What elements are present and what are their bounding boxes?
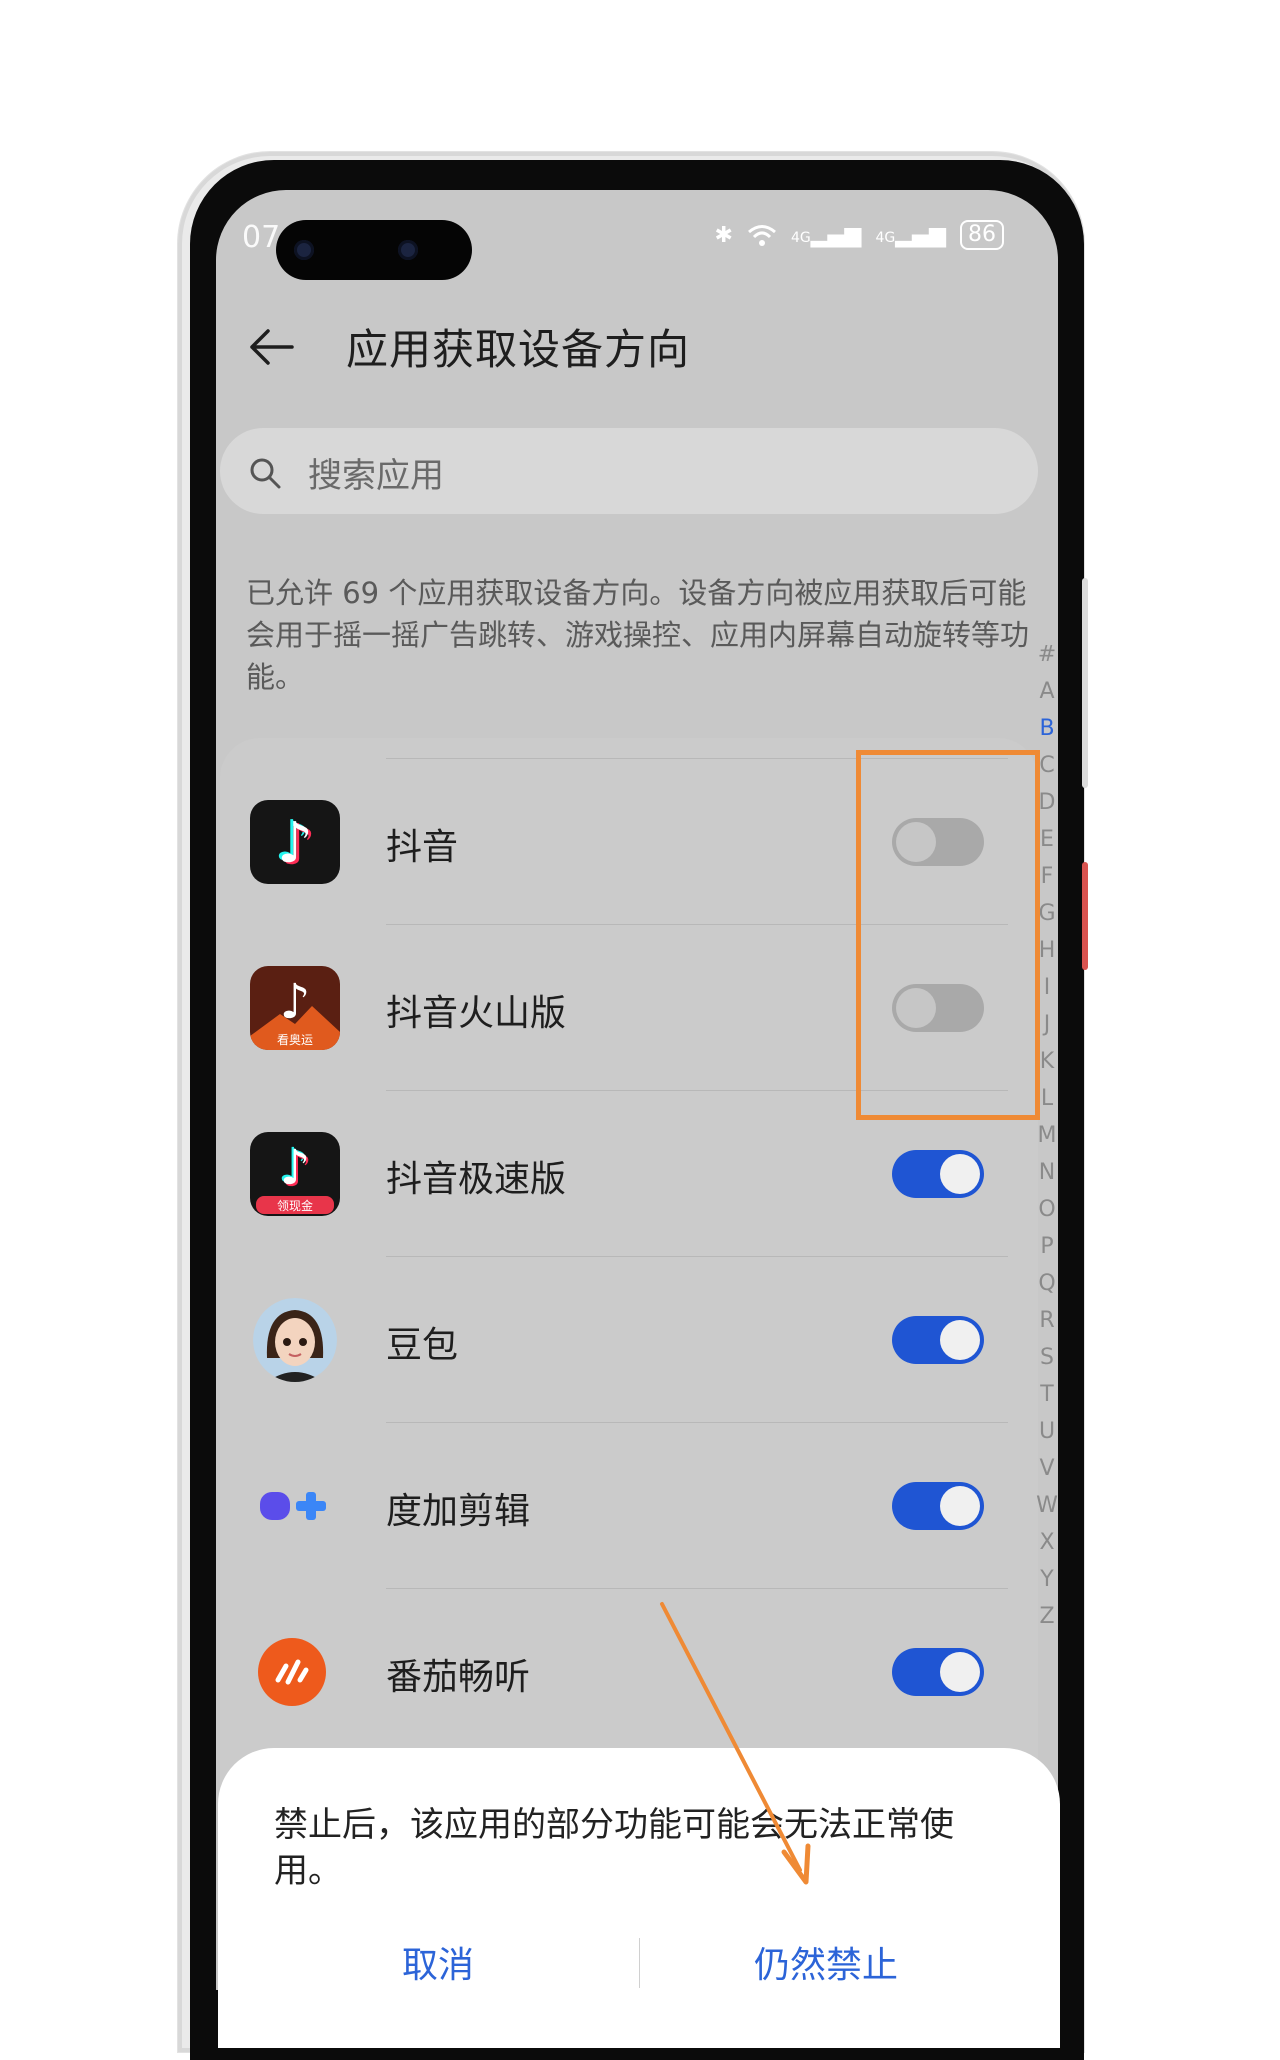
dujia-icon <box>250 1464 340 1548</box>
douyin-icon: ♪ ♪ ♪ <box>250 800 340 884</box>
alphabet-letter[interactable]: S <box>1040 1339 1054 1376</box>
cancel-button[interactable]: 取消 <box>402 1936 474 1988</box>
alphabet-letter[interactable]: B <box>1039 710 1054 747</box>
douyin-jisu-icon: ♪ ♪ ♪ 领现金 <box>250 1132 340 1216</box>
alphabet-letter[interactable]: Z <box>1039 1598 1054 1635</box>
toggle-knob <box>940 1486 980 1526</box>
alphabet-letter[interactable]: Q <box>1038 1265 1055 1302</box>
toggle-knob <box>940 1320 980 1360</box>
douyin-huoshan-icon: ♪ 看奥运 <box>250 966 340 1050</box>
toggle-knob <box>896 822 936 862</box>
list-item[interactable]: 豆包 <box>220 1256 1038 1422</box>
permission-toggle[interactable] <box>892 984 984 1032</box>
alphabet-letter[interactable]: G <box>1038 895 1055 932</box>
status-time: 07 <box>242 220 281 255</box>
alphabet-letter[interactable]: L <box>1041 1080 1053 1117</box>
divider <box>386 1422 1008 1423</box>
list-item[interactable]: ♪ ♪ ♪ 领现金 抖音极速版 <box>220 1090 1038 1256</box>
app-name: 豆包 <box>386 1325 459 1366</box>
volume-button <box>1082 862 1088 970</box>
toggle-knob <box>940 1154 980 1194</box>
alphabet-letter[interactable]: U <box>1039 1413 1055 1450</box>
list-item[interactable]: 番茄畅听 <box>220 1588 1038 1754</box>
camera-lens <box>294 240 314 260</box>
battery-icon: 86 <box>960 220 1004 250</box>
alphabet-letter[interactable]: F <box>1041 858 1054 895</box>
camera-lens <box>398 240 418 260</box>
svg-text:♪: ♪ <box>280 974 311 1030</box>
list-item[interactable]: ♪ 看奥运 抖音火山版 <box>220 924 1038 1090</box>
app-name: 番茄畅听 <box>386 1657 531 1698</box>
divider <box>386 1090 1008 1091</box>
confirm-forbid-button[interactable]: 仍然禁止 <box>754 1936 898 1988</box>
back-arrow-icon[interactable] <box>246 322 296 372</box>
page-title: 应用获取设备方向 <box>346 325 691 374</box>
alphabet-index[interactable]: # A B C D E F G H I J K L M N O P Q R S T U V W X Y Z <box>1036 636 1058 1635</box>
permission-toggle[interactable] <box>892 818 984 866</box>
alphabet-letter[interactable]: K <box>1040 1043 1054 1080</box>
alphabet-letter[interactable]: W <box>1036 1487 1058 1524</box>
toggle-knob <box>940 1652 980 1692</box>
app-name: 度加剪辑 <box>386 1491 531 1532</box>
dialog-divider <box>639 1938 640 1988</box>
svg-text:♪: ♪ <box>280 1140 311 1196</box>
doubao-avatar-icon <box>253 1298 337 1382</box>
divider <box>386 1256 1008 1257</box>
power-button <box>1082 578 1088 788</box>
svg-text:♪: ♪ <box>277 811 313 876</box>
status-icons: ✱ 4G▂▄▆ 4G▂▄▆ 86 <box>714 220 1004 250</box>
description-text: 已允许 69 个应用获取设备方向。设备方向被应用获取后可能会用于摇一摇广告跳转、… <box>246 576 1030 694</box>
search-icon <box>250 458 281 489</box>
alphabet-letter[interactable]: J <box>1044 1006 1051 1043</box>
app-name: 抖音火山版 <box>386 993 567 1034</box>
svg-text:看奥运: 看奥运 <box>277 1033 313 1047</box>
divider <box>386 758 1008 759</box>
signal-icon: 4G▂▄▆ <box>790 222 862 248</box>
alphabet-letter[interactable]: C <box>1039 747 1054 784</box>
permission-toggle[interactable] <box>892 1648 984 1696</box>
wifi-icon <box>747 225 776 246</box>
front-camera-cutout <box>276 220 472 280</box>
alphabet-letter[interactable]: I <box>1044 969 1051 1006</box>
alphabet-letter[interactable]: R <box>1039 1302 1054 1339</box>
list-item[interactable]: 度加剪辑 <box>220 1422 1038 1588</box>
search-placeholder: 搜索应用 <box>308 456 444 496</box>
screen: 07 ✱ 4G▂▄▆ 4G▂▄▆ 86 应用获取设备方向 搜索应用 已允许 69… <box>216 190 1058 1990</box>
alphabet-letter[interactable]: O <box>1038 1191 1055 1228</box>
confirm-dialog: 禁止后，该应用的部分功能可能会无法正常使用。 取消 仍然禁止 <box>218 1748 1060 2048</box>
dialog-message: 禁止后，该应用的部分功能可能会无法正常使用。 <box>274 1805 954 1891</box>
divider <box>386 924 1008 925</box>
fanqie-icon <box>256 1630 328 1714</box>
list-item[interactable]: ♪ ♪ ♪ 抖音 <box>220 758 1038 924</box>
app-name: 抖音极速版 <box>386 1159 567 1200</box>
alphabet-letter[interactable]: V <box>1039 1450 1054 1487</box>
alphabet-letter[interactable]: P <box>1040 1228 1053 1265</box>
divider <box>386 1588 1008 1589</box>
alphabet-letter[interactable]: A <box>1039 673 1054 710</box>
toggle-knob <box>896 988 936 1028</box>
alphabet-letter[interactable]: H <box>1039 932 1056 969</box>
permission-toggle[interactable] <box>892 1150 984 1198</box>
alphabet-letter[interactable]: Y <box>1040 1561 1053 1598</box>
alphabet-letter[interactable]: T <box>1040 1376 1053 1413</box>
search-input[interactable]: 搜索应用 <box>220 428 1038 514</box>
alphabet-letter[interactable]: M <box>1038 1117 1057 1154</box>
permission-toggle[interactable] <box>892 1482 984 1530</box>
alphabet-letter[interactable]: D <box>1039 784 1056 821</box>
svg-text:领现金: 领现金 <box>277 1198 313 1213</box>
app-name: 抖音 <box>386 827 459 868</box>
alphabet-letter[interactable]: N <box>1039 1154 1055 1191</box>
alphabet-letter[interactable]: E <box>1040 821 1054 858</box>
bluetooth-icon: ✱ <box>714 222 733 248</box>
permission-toggle[interactable] <box>892 1316 984 1364</box>
signal-icon: 4G▂▄▆ <box>875 222 946 248</box>
alphabet-letter[interactable]: # <box>1038 636 1056 673</box>
alphabet-letter[interactable]: X <box>1039 1524 1054 1561</box>
